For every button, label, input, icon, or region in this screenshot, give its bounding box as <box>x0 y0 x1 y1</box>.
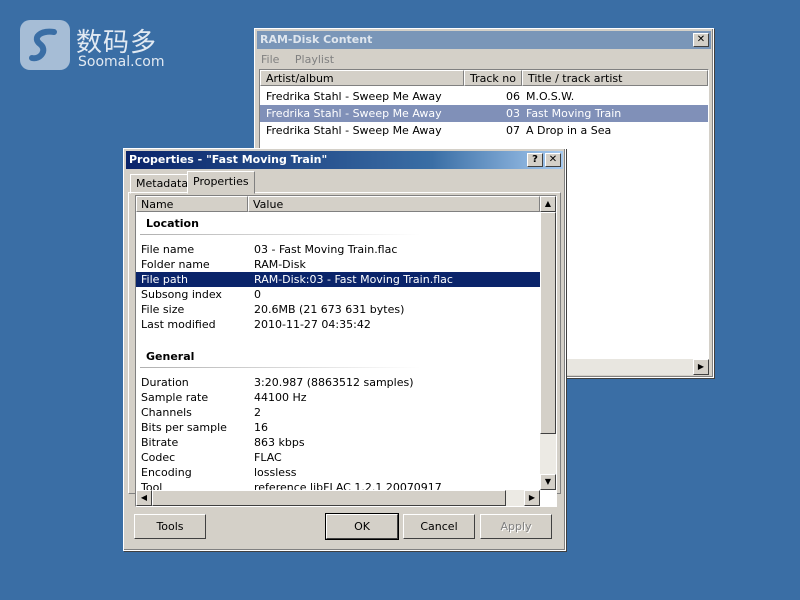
watermark-en-text: Soomal.com <box>78 54 165 70</box>
grid-vertical-scrollbar[interactable]: ▲ ▼ <box>540 196 556 490</box>
table-row[interactable]: Sample rate 44100 Hz <box>136 390 542 405</box>
property-value: RAM-Disk:03 - Fast Moving Train.flac <box>254 273 453 286</box>
soomal-logo-icon <box>20 20 70 70</box>
property-value: 863 kbps <box>254 436 305 449</box>
scroll-right-arrow-icon[interactable]: ▶ <box>693 359 709 375</box>
col-header-title[interactable]: Title / track artist <box>522 70 708 86</box>
scroll-left-arrow-icon[interactable]: ◀ <box>136 490 152 506</box>
section-header-location: Location <box>146 217 199 230</box>
table-row[interactable]: Subsong index 0 <box>136 287 542 302</box>
help-icon: ? <box>532 154 538 165</box>
properties-dialog: Properties - "Fast Moving Train" ? ✕ Met… <box>123 148 566 551</box>
menu-playlist[interactable]: Playlist <box>293 53 336 66</box>
section-divider <box>140 234 420 235</box>
property-value: 44100 Hz <box>254 391 307 404</box>
tools-button[interactable]: Tools <box>134 514 206 539</box>
table-row[interactable]: Bits per sample 16 <box>136 420 542 435</box>
scroll-up-arrow-icon[interactable]: ▲ <box>540 196 556 212</box>
title-cell: Fast Moving Train <box>526 107 622 120</box>
track-no-cell: 03 <box>506 107 520 120</box>
artist-album-cell: Fredrika Stahl - Sweep Me Away <box>266 90 442 103</box>
list-item[interactable]: Fredrika Stahl - Sweep Me Away 06 M.O.S.… <box>260 88 708 105</box>
track-no-cell: 07 <box>506 124 520 137</box>
property-value: RAM-Disk <box>254 258 306 271</box>
close-icon: ✕ <box>696 34 706 45</box>
table-row[interactable]: Encoding lossless <box>136 465 542 480</box>
table-row[interactable]: Codec FLAC <box>136 450 542 465</box>
property-value: 20.6MB (21 673 631 bytes) <box>254 303 405 316</box>
ok-button[interactable]: OK <box>325 513 399 540</box>
title-cell: M.O.S.W. <box>526 90 575 103</box>
property-name: Bitrate <box>141 436 179 449</box>
properties-grid: Name Value Location File name 03 - Fast … <box>135 195 557 507</box>
property-name: Codec <box>141 451 176 464</box>
property-name: Bits per sample <box>141 421 227 434</box>
property-value: 3:20.987 (8863512 samples) <box>254 376 414 389</box>
soomal-watermark: 数码多 Soomal.com <box>20 20 180 72</box>
scroll-right-arrow-icon[interactable]: ▶ <box>524 490 540 506</box>
property-name: File size <box>141 303 185 316</box>
property-value: lossless <box>254 466 297 479</box>
ram-menubar: File Playlist <box>259 51 344 69</box>
property-value: 03 - Fast Moving Train.flac <box>254 243 398 256</box>
property-value: 0 <box>254 288 261 301</box>
col-header-name[interactable]: Name <box>136 196 248 212</box>
properties-title: Properties - "Fast Moving Train" <box>129 153 328 166</box>
list-item-selected[interactable]: Fredrika Stahl - Sweep Me Away 03 Fast M… <box>260 105 708 122</box>
properties-titlebar[interactable]: Properties - "Fast Moving Train" ? ✕ <box>126 151 563 169</box>
col-header-value[interactable]: Value <box>248 196 540 212</box>
list-item[interactable]: Fredrika Stahl - Sweep Me Away 07 A Drop… <box>260 122 708 139</box>
property-name: File name <box>141 243 195 256</box>
ram-window-title: RAM-Disk Content <box>260 33 373 46</box>
property-name: Duration <box>141 376 189 389</box>
close-icon: ✕ <box>548 154 558 165</box>
table-row[interactable]: Folder name RAM-Disk <box>136 257 542 272</box>
track-no-cell: 06 <box>506 90 520 103</box>
tab-metadata[interactable]: Metadata <box>130 174 195 194</box>
col-header-artist-album[interactable]: Artist/album <box>260 70 464 86</box>
table-row-selected[interactable]: File path RAM-Disk:03 - Fast Moving Trai… <box>136 272 542 287</box>
property-value: 16 <box>254 421 268 434</box>
ram-window-titlebar[interactable]: RAM-Disk Content ✕ <box>257 31 711 49</box>
table-row[interactable]: Channels 2 <box>136 405 542 420</box>
property-name: Last modified <box>141 318 216 331</box>
menu-file[interactable]: File <box>259 53 281 66</box>
section-divider <box>140 367 420 368</box>
property-value: FLAC <box>254 451 282 464</box>
property-value: 2010-11-27 04:35:42 <box>254 318 371 331</box>
tab-properties[interactable]: Properties <box>187 171 255 194</box>
properties-panel: Name Value Location File name 03 - Fast … <box>128 192 561 507</box>
apply-button[interactable]: Apply <box>480 514 552 539</box>
artist-album-cell: Fredrika Stahl - Sweep Me Away <box>266 124 442 137</box>
artist-album-cell: Fredrika Stahl - Sweep Me Away <box>266 107 442 120</box>
grid-horizontal-scrollbar[interactable]: ◀ ▶ <box>136 490 540 506</box>
property-name: Sample rate <box>141 391 209 404</box>
col-header-track-no[interactable]: Track no <box>464 70 522 86</box>
title-cell: A Drop in a Sea <box>526 124 612 137</box>
table-row[interactable]: Duration 3:20.987 (8863512 samples) <box>136 375 542 390</box>
property-name: File path <box>141 273 188 286</box>
property-name: Subsong index <box>141 288 222 301</box>
scroll-thumb[interactable] <box>540 212 556 434</box>
table-row[interactable]: File name 03 - Fast Moving Train.flac <box>136 242 542 257</box>
property-name: Channels <box>141 406 192 419</box>
property-name: Folder name <box>141 258 210 271</box>
ram-close-button[interactable]: ✕ <box>693 33 709 47</box>
table-row[interactable]: File size 20.6MB (21 673 631 bytes) <box>136 302 542 317</box>
property-name: Encoding <box>141 466 192 479</box>
help-button[interactable]: ? <box>527 153 543 167</box>
table-row[interactable]: Bitrate 863 kbps <box>136 435 542 450</box>
property-value: 2 <box>254 406 261 419</box>
scroll-down-arrow-icon[interactable]: ▼ <box>540 474 556 490</box>
section-header-general: General <box>146 350 195 363</box>
scroll-thumb-horizontal[interactable] <box>152 490 506 506</box>
table-row[interactable]: Last modified 2010-11-27 04:35:42 <box>136 317 542 332</box>
cancel-button[interactable]: Cancel <box>403 514 475 539</box>
properties-close-button[interactable]: ✕ <box>545 153 561 167</box>
